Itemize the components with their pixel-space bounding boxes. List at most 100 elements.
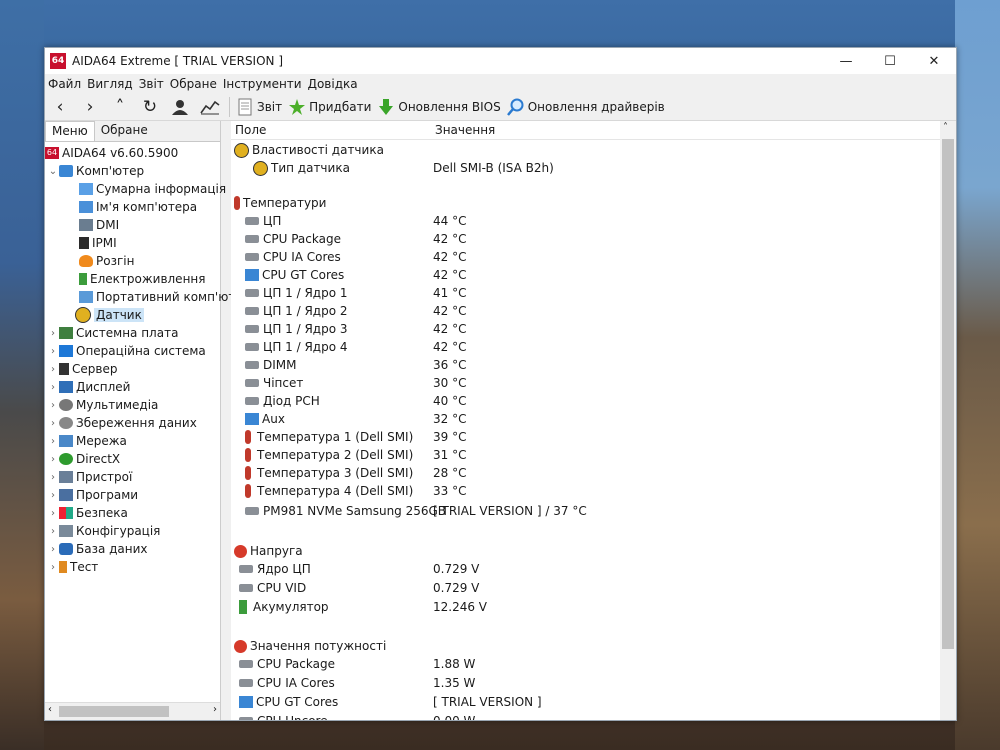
buy-button[interactable]: Придбати — [285, 95, 374, 119]
column-value-header[interactable]: Значення — [435, 123, 495, 137]
menu-report[interactable]: Звіт — [136, 77, 167, 91]
tree-item-server[interactable]: › Сервер — [45, 360, 220, 378]
tree-item-ipmi[interactable]: IPMI — [45, 234, 220, 252]
tree-item-computer[interactable]: ⌄ Комп'ютер — [45, 162, 220, 180]
tree-root[interactable]: 64 AIDA64 v6.60.5900 — [45, 144, 220, 162]
tree-item-os[interactable]: › Операційна система — [45, 342, 220, 360]
table-row[interactable]: Температура 4 (Dell SMI) — [245, 482, 413, 500]
table-row[interactable]: Тип датчика — [253, 159, 350, 177]
expand-icon[interactable]: › — [47, 436, 59, 447]
table-row[interactable]: DIMM — [245, 356, 297, 374]
expand-icon[interactable]: › — [47, 364, 59, 375]
tree-item-computer-name[interactable]: Ім'я комп'ютера — [45, 198, 220, 216]
tree-item-power[interactable]: Електроживлення — [45, 270, 220, 288]
report-button[interactable]: Звіт — [234, 95, 285, 119]
menu-view[interactable]: Вигляд — [84, 77, 136, 91]
tree-item-summary[interactable]: Сумарна інформація — [45, 180, 226, 198]
table-row[interactable]: CPU Uncore — [239, 712, 328, 720]
expand-icon[interactable]: › — [47, 472, 59, 483]
tab-menu[interactable]: Меню — [45, 121, 95, 141]
tree-item-network[interactable]: › Мережа — [45, 432, 220, 450]
expand-icon[interactable]: › — [47, 454, 59, 465]
tree-item-multimedia[interactable]: › Мультимедіа — [45, 396, 220, 414]
collapse-icon[interactable]: ⌄ — [47, 166, 59, 177]
tree-item-programs[interactable]: › Програми — [45, 486, 220, 504]
table-row[interactable]: Температура 3 (Dell SMI) — [245, 464, 413, 482]
scroll-right-icon[interactable]: › — [213, 704, 217, 715]
section-sensor-properties[interactable]: Властивості датчика — [234, 141, 384, 159]
driver-update-button[interactable]: Оновлення драйверів — [504, 95, 668, 119]
table-row[interactable]: CPU IA Cores — [239, 674, 335, 692]
tab-favorites[interactable]: Обране — [95, 121, 154, 141]
expand-icon[interactable]: › — [47, 562, 59, 573]
chart-button[interactable] — [195, 95, 225, 119]
back-button[interactable]: ‹ — [45, 95, 75, 119]
expand-icon[interactable]: › — [47, 490, 59, 501]
table-row[interactable]: ЦП 1 / Ядро 1 — [245, 284, 348, 302]
vertical-scrollbar[interactable]: ˄ — [940, 121, 956, 720]
table-row[interactable]: Ядро ЦП — [239, 560, 311, 578]
scroll-left-icon[interactable]: ‹ — [48, 704, 52, 715]
tree-item-directx[interactable]: › DirectX — [45, 450, 220, 468]
table-row[interactable]: ЦП 1 / Ядро 2 — [245, 302, 348, 320]
table-row[interactable]: Діод PCH — [245, 392, 320, 410]
table-row[interactable]: Чіпсет — [245, 374, 303, 392]
tree-item-motherboard[interactable]: › Системна плата — [45, 324, 220, 342]
expand-icon[interactable]: › — [47, 346, 59, 357]
expand-icon[interactable]: › — [47, 508, 59, 519]
section-voltage[interactable]: Напруга — [234, 542, 303, 560]
tree-item-config[interactable]: › Конфігурація — [45, 522, 220, 540]
tree-item-benchmark[interactable]: › Тест — [45, 558, 220, 576]
up-button[interactable]: ˄ — [105, 95, 135, 119]
table-row[interactable]: CPU IA Cores — [245, 248, 341, 266]
scroll-up-icon[interactable]: ˄ — [943, 122, 948, 133]
title-bar[interactable]: 64 AIDA64 Extreme [ TRIAL VERSION ] — ☐ … — [45, 48, 956, 74]
table-row[interactable]: ЦП — [245, 212, 281, 230]
expand-icon[interactable]: › — [47, 418, 59, 429]
tree-item-dmi[interactable]: DMI — [45, 216, 220, 234]
scrollbar-thumb[interactable] — [942, 139, 954, 649]
tree-item-overclock[interactable]: Розгін — [45, 252, 220, 270]
menu-file[interactable]: Файл — [45, 77, 84, 91]
table-row[interactable]: ЦП 1 / Ядро 4 — [245, 338, 348, 356]
table-row[interactable]: Aux — [245, 410, 285, 428]
tree-item-sensor[interactable]: Датчик — [45, 306, 220, 324]
table-row[interactable]: PM981 NVMe Samsung 256GB — [245, 502, 446, 520]
tree-item-portable[interactable]: Портативний комп'юте — [45, 288, 243, 306]
tree-item-storage[interactable]: › Збереження даних — [45, 414, 220, 432]
section-temperatures[interactable]: Температури — [234, 194, 326, 212]
table-row[interactable]: Акумулятор — [239, 598, 329, 616]
column-field-header[interactable]: Поле — [235, 123, 266, 137]
user-button[interactable] — [165, 95, 195, 119]
table-row[interactable]: ЦП 1 / Ядро 3 — [245, 320, 348, 338]
tree-item-display[interactable]: › Дисплей — [45, 378, 220, 396]
table-row[interactable]: CPU VID — [239, 579, 306, 597]
close-button[interactable]: ✕ — [912, 48, 956, 74]
maximize-button[interactable]: ☐ — [868, 48, 912, 74]
menu-tools[interactable]: Інструменти — [220, 77, 305, 91]
tree-item-database[interactable]: › База даних — [45, 540, 220, 558]
forward-button[interactable]: › — [75, 95, 105, 119]
buy-label: Придбати — [309, 100, 372, 114]
table-row[interactable]: CPU Package — [239, 655, 335, 673]
tree-item-security[interactable]: › Безпека — [45, 504, 220, 522]
table-row[interactable]: CPU GT Cores — [245, 266, 344, 284]
section-power[interactable]: Значення потужності — [234, 637, 386, 655]
expand-icon[interactable]: › — [47, 544, 59, 555]
expand-icon[interactable]: › — [47, 328, 59, 339]
table-row[interactable]: Температура 1 (Dell SMI) — [245, 428, 413, 446]
menu-favorites[interactable]: Обране — [167, 77, 220, 91]
table-row[interactable]: Температура 2 (Dell SMI) — [245, 446, 413, 464]
horizontal-scrollbar[interactable]: ‹ › — [45, 702, 220, 720]
tree-item-devices[interactable]: › Пристрої — [45, 468, 220, 486]
expand-icon[interactable]: › — [47, 382, 59, 393]
table-row[interactable]: CPU GT Cores — [239, 693, 338, 711]
expand-icon[interactable]: › — [47, 526, 59, 537]
scrollbar-thumb[interactable] — [59, 706, 169, 717]
table-row[interactable]: CPU Package — [245, 230, 341, 248]
bios-update-button[interactable]: Оновлення BIOS — [374, 95, 503, 119]
refresh-button[interactable]: ↻ — [135, 95, 165, 119]
expand-icon[interactable]: › — [47, 400, 59, 411]
minimize-button[interactable]: — — [824, 48, 868, 74]
menu-help[interactable]: Довідка — [305, 77, 361, 91]
